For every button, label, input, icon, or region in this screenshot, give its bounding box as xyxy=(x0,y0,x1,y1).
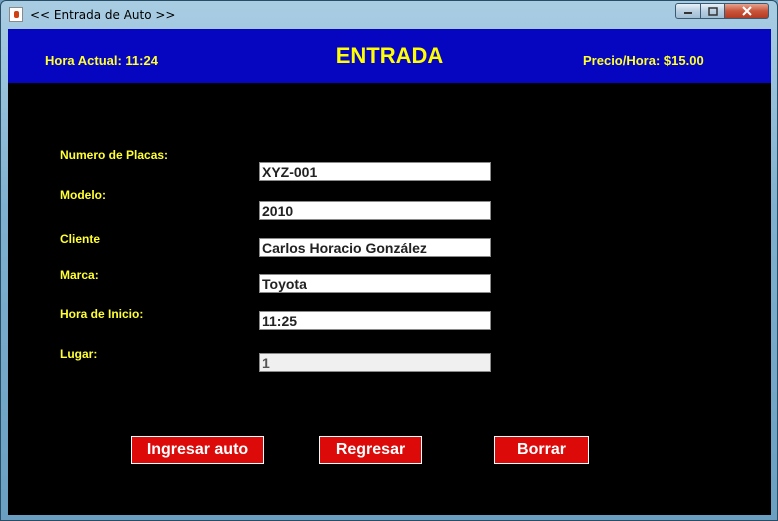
plates-label: Numero de Placas: xyxy=(60,148,169,162)
spot-input xyxy=(259,353,491,372)
minimize-icon xyxy=(684,12,692,14)
brand-label: Marca: xyxy=(60,268,99,282)
java-app-icon[interactable] xyxy=(9,7,23,22)
price-per-hour-label: Precio/Hora: $15.00 xyxy=(583,53,704,68)
close-button[interactable] xyxy=(725,3,769,19)
client-area: Hora Actual: 11:24 ENTRADA Precio/Hora: … xyxy=(8,29,771,515)
brand-input[interactable] xyxy=(259,274,491,293)
minimize-button[interactable] xyxy=(675,3,701,19)
enter-car-button[interactable]: Ingresar auto xyxy=(131,436,264,464)
spot-label: Lugar: xyxy=(60,347,98,361)
back-button[interactable]: Regresar xyxy=(319,436,422,464)
maximize-icon xyxy=(707,6,718,16)
start-time-input[interactable] xyxy=(259,311,491,330)
app-window: << Entrada de Auto >> Hora Actual: 11:24… xyxy=(0,0,778,521)
client-label: Cliente xyxy=(60,232,101,246)
title-bar[interactable]: << Entrada de Auto >> xyxy=(1,1,777,29)
close-icon xyxy=(741,6,752,16)
maximize-button[interactable] xyxy=(701,3,725,19)
plates-input[interactable] xyxy=(259,162,491,181)
start-time-label: Hora de Inicio: xyxy=(60,307,144,321)
clear-button[interactable]: Borrar xyxy=(494,436,589,464)
client-input[interactable] xyxy=(259,238,491,257)
header-bar: Hora Actual: 11:24 ENTRADA Precio/Hora: … xyxy=(8,29,771,83)
model-label: Modelo: xyxy=(60,188,106,202)
model-input[interactable] xyxy=(259,201,491,220)
window-controls xyxy=(675,3,769,21)
window-title: << Entrada de Auto >> xyxy=(30,8,176,22)
